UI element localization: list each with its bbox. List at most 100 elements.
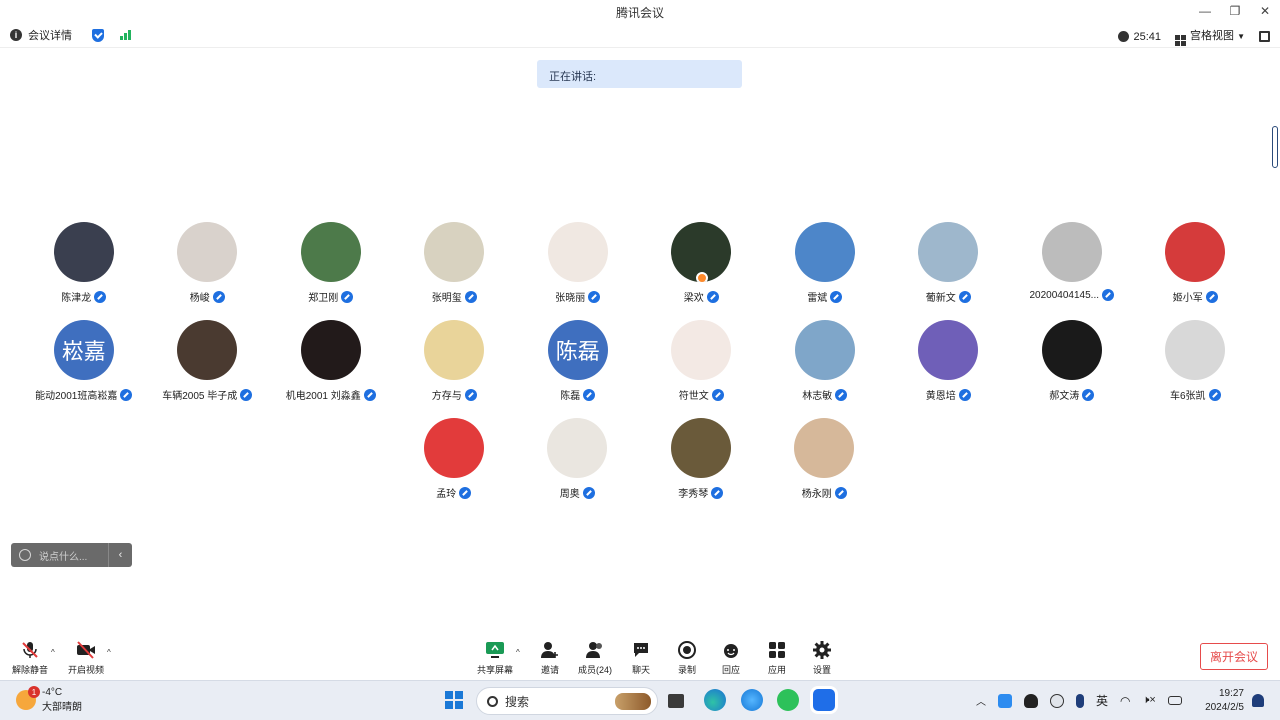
weather-widget[interactable]: 1 -4°C 大部晴朗: [16, 686, 82, 713]
participant-avatar[interactable]: [671, 222, 732, 282]
participant-avatar[interactable]: [794, 222, 855, 282]
scrollbar-thumb[interactable]: [1272, 126, 1278, 168]
ime-indicator[interactable]: 英: [1096, 692, 1108, 709]
participant-tile[interactable]: 孟玲: [392, 418, 516, 500]
view-mode-selector[interactable]: 宫格视图 ▼: [1175, 27, 1245, 46]
microphone-icon[interactable]: [1076, 693, 1084, 708]
participant-avatar[interactable]: 陈磊: [547, 320, 608, 380]
participant-avatar[interactable]: [177, 222, 238, 282]
participant-tile[interactable]: 周奥: [516, 418, 640, 500]
qq-icon[interactable]: [1024, 693, 1038, 708]
share-options-caret[interactable]: ^: [516, 648, 520, 657]
participant-avatar[interactable]: [300, 222, 361, 282]
share-screen-button[interactable]: 共享屏幕: [477, 640, 513, 676]
participant-tile[interactable]: 郝文涛: [1010, 320, 1134, 402]
windows-start-icon[interactable]: [445, 691, 463, 709]
meeting-details-link[interactable]: 会议详情: [28, 27, 72, 43]
settings-button[interactable]: 设置: [812, 640, 832, 676]
close-button[interactable]: ✕: [1250, 0, 1280, 22]
participant-avatar[interactable]: [671, 320, 732, 380]
mic-muted-icon: [588, 290, 601, 303]
participant-tile[interactable]: 林志敏: [763, 320, 887, 402]
participant-tile[interactable]: 姬小军: [1134, 222, 1258, 304]
network-signal-icon[interactable]: [120, 30, 131, 40]
participant-tile[interactable]: 张明玺: [393, 222, 517, 304]
chat-quick-input[interactable]: 说点什么... ‹: [11, 543, 132, 567]
invite-button[interactable]: 邀请: [540, 640, 560, 676]
chevron-up-icon[interactable]: ︿: [976, 693, 986, 708]
participant-avatar[interactable]: [177, 320, 238, 380]
participant-tile[interactable]: 李秀琴: [639, 418, 763, 500]
speaker-muted-icon[interactable]: 🕨×: [1143, 694, 1156, 707]
participant-avatar[interactable]: [794, 418, 855, 478]
wifi-icon[interactable]: ◠: [1120, 694, 1130, 708]
participant-avatar[interactable]: [300, 320, 361, 380]
restore-button[interactable]: ❐: [1220, 0, 1250, 22]
participant-tile[interactable]: 陈津龙: [22, 222, 146, 304]
battery-icon[interactable]: [1167, 696, 1182, 705]
participant-avatar[interactable]: [918, 222, 979, 282]
participant-avatar[interactable]: [547, 222, 608, 282]
participant-avatar[interactable]: [423, 418, 484, 478]
wechat-icon[interactable]: [777, 689, 799, 711]
participant-name-row: 郑卫刚: [308, 289, 354, 304]
participant-avatar[interactable]: [794, 320, 855, 380]
participant-avatar[interactable]: [424, 320, 485, 380]
start-video-button[interactable]: 开启视频: [68, 640, 104, 676]
chat-button[interactable]: 聊天: [631, 640, 651, 676]
host-badge-icon: [696, 272, 709, 282]
apps-button[interactable]: 应用: [767, 640, 787, 676]
participant-name-row: 杨永刚: [802, 485, 847, 500]
participant-tile[interactable]: 方存与: [393, 320, 517, 402]
emoji-icon[interactable]: [19, 549, 31, 561]
participant-tile[interactable]: 机电2001 刘淼鑫: [269, 320, 393, 402]
video-options-caret[interactable]: ^: [107, 648, 111, 657]
edge-browser-icon[interactable]: [704, 689, 726, 711]
participant-avatar[interactable]: [1041, 320, 1102, 380]
minimize-button[interactable]: —: [1190, 0, 1220, 22]
cloud-icon[interactable]: [1050, 693, 1064, 708]
fullscreen-icon[interactable]: [1259, 31, 1270, 42]
participant-avatar[interactable]: [670, 418, 731, 478]
participant-avatar[interactable]: [547, 418, 608, 478]
collapse-chat-button[interactable]: ‹: [108, 543, 132, 567]
ie-browser-icon[interactable]: [741, 689, 763, 711]
participant-tile[interactable]: 20200404145...: [1010, 222, 1134, 304]
participant-avatar[interactable]: [424, 222, 485, 282]
audio-options-caret[interactable]: ^: [51, 648, 55, 657]
meeting-tray-icon[interactable]: [998, 693, 1012, 708]
participant-tile[interactable]: 车6张凯: [1134, 320, 1258, 402]
security-shield-icon[interactable]: [92, 28, 104, 42]
participant-tile[interactable]: 郑卫刚: [269, 222, 393, 304]
members-button[interactable]: 成员(24): [578, 640, 612, 676]
record-button[interactable]: 录制: [677, 640, 697, 676]
participant-avatar[interactable]: [53, 222, 114, 282]
participant-tile[interactable]: 黄恩培: [887, 320, 1011, 402]
participant-tile[interactable]: 葡新文: [887, 222, 1011, 304]
participant-tile[interactable]: 杨永刚: [763, 418, 887, 500]
participant-name-row: 郝文涛: [1049, 387, 1095, 402]
participant-avatar[interactable]: [1165, 320, 1226, 380]
participant-avatar[interactable]: [1165, 222, 1226, 282]
unmute-button[interactable]: 解除静音: [12, 640, 48, 676]
system-clock[interactable]: 19:27 2024/2/5: [1200, 687, 1244, 715]
participant-tile[interactable]: 崧嘉 能动2001班高崧嘉: [22, 320, 146, 402]
scrollbar[interactable]: [1270, 60, 1280, 680]
file-explorer-icon[interactable]: [668, 694, 684, 708]
participant-avatar[interactable]: [1041, 222, 1102, 282]
participant-avatar[interactable]: 崧嘉: [53, 320, 114, 380]
reactions-button[interactable]: 回应: [721, 640, 741, 676]
system-tray: ︿ 英 ◠ 🕨×: [976, 692, 1182, 709]
participant-tile[interactable]: 张晓丽: [516, 222, 640, 304]
taskbar-search[interactable]: 搜索: [476, 687, 658, 715]
participant-tile[interactable]: 车辆2005 毕子成: [146, 320, 270, 402]
participant-tile[interactable]: 杨峻: [146, 222, 270, 304]
participant-tile[interactable]: 陈磊 陈磊: [516, 320, 640, 402]
tencent-meeting-icon[interactable]: [813, 689, 835, 711]
leave-meeting-button[interactable]: 离开会议: [1200, 643, 1268, 670]
participant-avatar[interactable]: [918, 320, 979, 380]
participant-tile[interactable]: 梁欢: [640, 222, 764, 304]
participant-tile[interactable]: 符世文: [640, 320, 764, 402]
notification-bell-icon[interactable]: [1252, 694, 1264, 707]
participant-tile[interactable]: 雷斌: [763, 222, 887, 304]
